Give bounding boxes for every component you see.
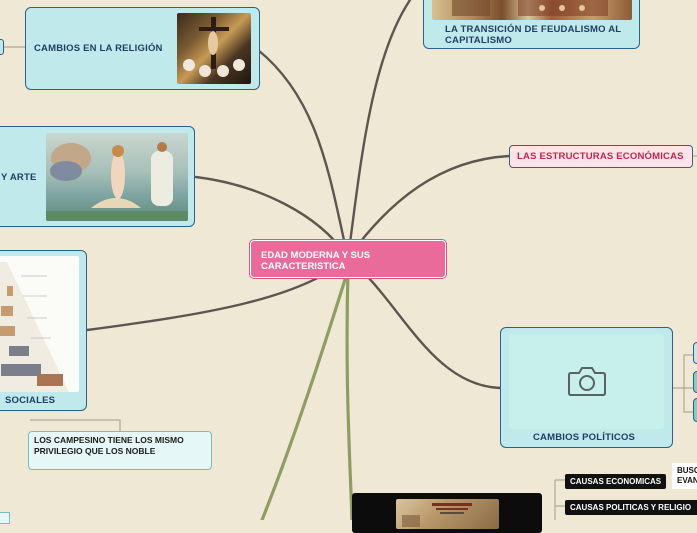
- link-bottom-green-2: [260, 268, 350, 520]
- offscreen-node-stub-3[interactable]: [0, 512, 10, 524]
- note-campesino-text: LOS CAMPESINO TIENE LOS MISMO PRIVILEGIO…: [34, 435, 184, 456]
- topic-transicion-label: LA TRANSICIÓN DE FEUDALISMO AL CAPITALIS…: [445, 24, 622, 46]
- topic-arte[interactable]: Y ARTE: [0, 126, 195, 227]
- topic-religion[interactable]: CAMBIOS EN LA RELIGIÓN: [25, 7, 260, 90]
- politicos-subnode-1[interactable]: [693, 342, 697, 364]
- central-topic-title: EDAD MODERNA Y SUS CARACTERISTICA: [261, 250, 371, 272]
- offscreen-node-stub[interactable]: [0, 39, 4, 55]
- politicos-subnode-2[interactable]: [693, 371, 697, 393]
- link-religion: [256, 48, 350, 260]
- tag-causas-economicas[interactable]: CAUSAS ECONOMICAS: [565, 474, 667, 489]
- link-causes: [554, 479, 565, 520]
- topic-sociales-label: SOCIALES: [5, 395, 56, 406]
- birth-of-venus-image: [46, 133, 188, 221]
- feudalism-painting-image: [432, 0, 632, 20]
- link-bottom-green-1: [345, 268, 354, 520]
- note-busc-text: BUSC: [677, 466, 697, 475]
- camera-icon: [568, 367, 606, 396]
- social-pyramid-image: [0, 256, 79, 392]
- topic-religion-label: CAMBIOS EN LA RELIGIÓN: [34, 43, 163, 54]
- central-topic[interactable]: EDAD MODERNA Y SUS CARACTERISTICA: [250, 240, 446, 278]
- politicos-subnode-3[interactable]: [693, 398, 697, 422]
- note-evan-text: EVAN: [677, 476, 697, 485]
- topic-politicos[interactable]: CAMBIOS POLÍTICOS: [500, 327, 673, 448]
- topic-politicos-label: CAMBIOS POLÍTICOS: [533, 432, 636, 443]
- bottom-painting-image: [396, 499, 499, 529]
- topic-estructuras-label: LAS ESTRUCTURAS ECONÓMICAS: [517, 151, 684, 162]
- link-sociales-note: [30, 419, 121, 431]
- note-campesino[interactable]: LOS CAMPESINO TIENE LOS MISMO PRIVILEGIO…: [28, 431, 212, 470]
- politicos-image-placeholder: [509, 334, 664, 429]
- topic-sociales[interactable]: SOCIALES: [0, 250, 87, 411]
- religion-painting-image: [177, 13, 251, 84]
- topic-estructuras[interactable]: LAS ESTRUCTURAS ECONÓMICAS: [509, 145, 693, 168]
- note-busc: BUSC EVAN: [672, 463, 697, 489]
- tag-causas-politicas[interactable]: CAUSAS POLITICAS Y RELIGIO: [565, 500, 697, 515]
- topic-transicion[interactable]: LA TRANSICIÓN DE FEUDALISMO AL CAPITALIS…: [423, 0, 640, 49]
- bottom-image-node[interactable]: [352, 493, 542, 533]
- topic-arte-label: Y ARTE: [1, 172, 37, 183]
